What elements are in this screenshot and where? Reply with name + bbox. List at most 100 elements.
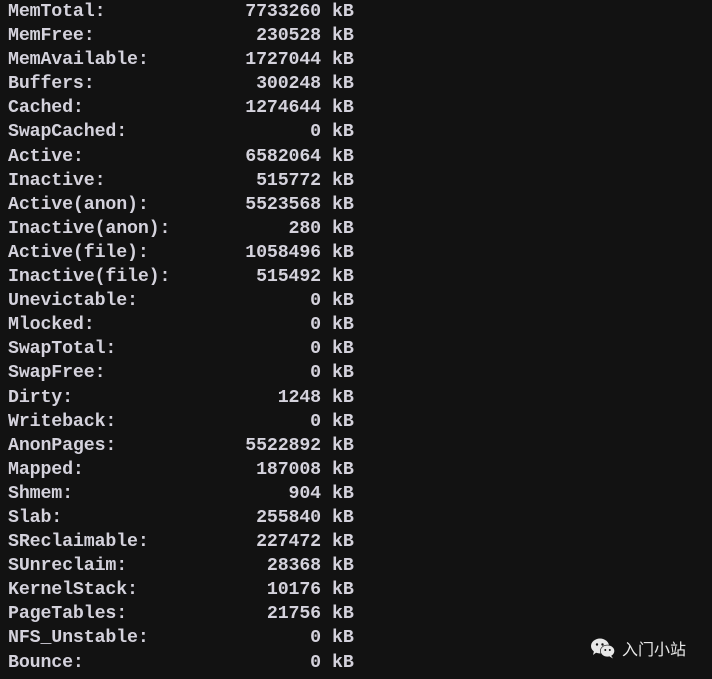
meminfo-key: Active(file):: [8, 242, 149, 263]
meminfo-unit: kB: [332, 267, 354, 288]
meminfo-key: AnonPages:: [8, 435, 117, 456]
meminfo-value: 1274644: [245, 98, 321, 119]
meminfo-row: Mlocked: 0 kB: [8, 313, 712, 337]
meminfo-value: 515772: [256, 170, 321, 191]
meminfo-list: MemTotal: 7733260 kB MemFree: 230528 kB MemAva…: [8, 0, 712, 675]
meminfo-unit: kB: [332, 98, 354, 119]
meminfo-row: SUnreclaim: 28368 kB: [8, 554, 712, 578]
meminfo-value: 280: [288, 218, 322, 239]
meminfo-row: KernelStack: 10176 kB: [8, 578, 712, 602]
meminfo-key: Cached:: [8, 98, 84, 119]
meminfo-key: Writeback:: [8, 411, 117, 432]
meminfo-key: PageTables:: [8, 604, 128, 625]
meminfo-key: MemAvailable:: [8, 50, 149, 71]
meminfo-unit: kB: [332, 339, 354, 360]
meminfo-value: 904: [288, 483, 322, 504]
meminfo-key: Unevictable:: [8, 291, 138, 312]
meminfo-unit: kB: [332, 507, 354, 528]
meminfo-key: SReclaimable:: [8, 532, 149, 553]
meminfo-row: Inactive(anon): 280 kB: [8, 217, 712, 241]
meminfo-key: Dirty:: [8, 387, 73, 408]
meminfo-row: Active: 6582064 kB: [8, 145, 712, 169]
meminfo-value: 0: [310, 628, 321, 649]
meminfo-unit: kB: [332, 435, 354, 456]
meminfo-key: SUnreclaim:: [8, 556, 128, 577]
meminfo-key: MemFree:: [8, 26, 95, 47]
meminfo-row: Cached: 1274644 kB: [8, 96, 712, 120]
meminfo-unit: kB: [332, 26, 354, 47]
meminfo-value: 28368: [266, 556, 321, 577]
meminfo-value: 230528: [256, 26, 321, 47]
meminfo-unit: kB: [332, 291, 354, 312]
meminfo-row: SwapFree: 0 kB: [8, 361, 712, 385]
meminfo-row: Shmem: 904 kB: [8, 482, 712, 506]
meminfo-unit: kB: [332, 146, 354, 167]
meminfo-unit: kB: [332, 218, 354, 239]
meminfo-key: Inactive:: [8, 170, 106, 191]
meminfo-value: 21756: [266, 604, 321, 625]
watermark: 入门小站: [590, 636, 686, 660]
meminfo-unit: kB: [332, 556, 354, 577]
meminfo-value: 0: [310, 122, 321, 143]
meminfo-key: Bounce:: [8, 652, 84, 673]
meminfo-value: 5522892: [245, 435, 321, 456]
meminfo-value: 0: [310, 315, 321, 336]
meminfo-row: Writeback: 0 kB: [8, 410, 712, 434]
meminfo-unit: kB: [332, 411, 354, 432]
meminfo-row: AnonPages: 5522892 kB: [8, 434, 712, 458]
meminfo-row: PageTables: 21756 kB: [8, 602, 712, 626]
meminfo-key: Slab:: [8, 507, 63, 528]
meminfo-row: MemFree: 230528 kB: [8, 24, 712, 48]
meminfo-value: 6582064: [245, 146, 321, 167]
meminfo-unit: kB: [332, 74, 354, 95]
meminfo-unit: kB: [332, 459, 354, 480]
meminfo-value: 0: [310, 291, 321, 312]
meminfo-unit: kB: [332, 363, 354, 384]
meminfo-value: 7733260: [245, 2, 321, 22]
meminfo-row: Slab: 255840 kB: [8, 506, 712, 530]
meminfo-unit: kB: [332, 580, 354, 601]
meminfo-key: Inactive(anon):: [8, 218, 171, 239]
meminfo-row: Inactive(file): 515492 kB: [8, 265, 712, 289]
meminfo-unit: kB: [332, 170, 354, 191]
meminfo-key: Shmem:: [8, 483, 73, 504]
meminfo-key: Active(anon):: [8, 194, 149, 215]
meminfo-value: 255840: [256, 507, 321, 528]
meminfo-row: SwapTotal: 0 kB: [8, 337, 712, 361]
meminfo-key: Active:: [8, 146, 84, 167]
meminfo-row: Inactive: 515772 kB: [8, 169, 712, 193]
meminfo-unit: kB: [332, 604, 354, 625]
watermark-label: 入门小站: [621, 640, 686, 659]
meminfo-value: 1727044: [245, 50, 321, 71]
wechat-icon: [590, 637, 616, 659]
meminfo-value: 10176: [266, 580, 321, 601]
meminfo-unit: kB: [332, 122, 354, 143]
meminfo-key: SwapCached:: [8, 122, 128, 143]
meminfo-value: 187008: [256, 459, 321, 480]
terminal-output: MemTotal: 7733260 kB MemFree: 230528 kB MemAva…: [0, 0, 712, 679]
meminfo-row: MemTotal: 7733260 kB: [8, 0, 712, 24]
meminfo-row: Active(file): 1058496 kB: [8, 241, 712, 265]
meminfo-value: 0: [310, 339, 321, 360]
meminfo-key: Mlocked:: [8, 315, 95, 336]
meminfo-value: 0: [310, 363, 321, 384]
meminfo-key: SwapFree:: [8, 363, 106, 384]
meminfo-unit: kB: [332, 387, 354, 408]
meminfo-value: 0: [310, 411, 321, 432]
meminfo-row: MemAvailable: 1727044 kB: [8, 48, 712, 72]
meminfo-unit: kB: [332, 242, 354, 263]
meminfo-row: Mapped: 187008 kB: [8, 458, 712, 482]
meminfo-row: SwapCached: 0 kB: [8, 120, 712, 144]
meminfo-value: 515492: [256, 267, 321, 288]
meminfo-unit: kB: [332, 315, 354, 336]
meminfo-row: Unevictable: 0 kB: [8, 289, 712, 313]
meminfo-row: Dirty: 1248 kB: [8, 386, 712, 410]
meminfo-key: Mapped:: [8, 459, 84, 480]
meminfo-unit: kB: [332, 652, 354, 673]
meminfo-key: SwapTotal:: [8, 339, 117, 360]
meminfo-value: 300248: [256, 74, 321, 95]
meminfo-key: KernelStack:: [8, 580, 138, 601]
meminfo-value: 227472: [256, 532, 321, 553]
meminfo-key: Buffers:: [8, 74, 95, 95]
meminfo-value: 1248: [277, 387, 321, 408]
